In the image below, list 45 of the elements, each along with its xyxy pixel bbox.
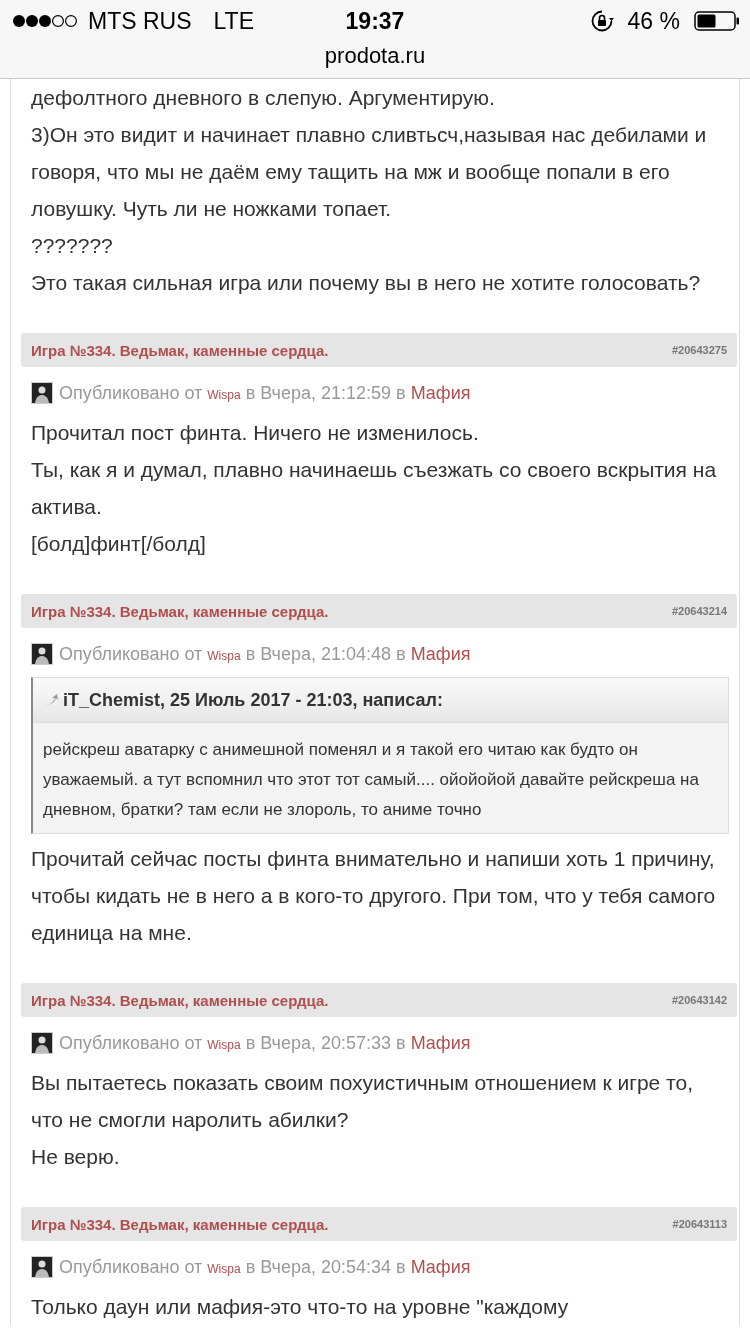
forum-link[interactable]: Мафия (410, 643, 471, 664)
post-text: [болд]финт[/болд] (31, 531, 207, 557)
rotation-lock-icon (589, 9, 614, 33)
quote-text: рейскреш аватарку с анимешной поменял и я такой его читаю как будто он уважаемый. а тут вспомнил что этот тот самый.... ойойойой давайте рейскреша на дневном, братки? там если не злороль, то аниме точно (42, 739, 700, 821)
post-number-link[interactable]: #20643142 (671, 994, 727, 1006)
post-number-link[interactable]: #20643214 (671, 605, 727, 617)
post-meta: Опубликовано от Wispa в Вчера, 21:04:48 в Мафия (59, 643, 471, 665)
address-bar[interactable]: prodota.ru (0, 42, 750, 78)
post-text: дефолтного дневного в слепую. Аргументирую. (31, 85, 496, 111)
topic-link[interactable]: Игра №334. Ведьмак, каменные сердца. (31, 602, 329, 620)
author-link[interactable]: Wispa (207, 1037, 241, 1052)
forum-link[interactable]: Мафия (410, 1032, 471, 1053)
post-number-link[interactable]: #20643113 (672, 1218, 727, 1230)
carrier-name: MTS RUS (88, 7, 192, 35)
author-link[interactable]: Wispa (207, 387, 241, 402)
topic-link[interactable]: Игра №334. Ведьмак, каменные сердца. (31, 341, 329, 359)
quote-author: iT_Chemist, 25 Июль 2017 - 21:03, написал: (63, 689, 443, 711)
post-text: Только даун или мафия-это что-то на уровне "каждому (31, 1294, 570, 1320)
post-text: 3)Он это видит и начинает плавно сливтьсч,называя нас дебилами и говоря, что мы не даём ему тащить на мж и вообще попали в его ловушку. Чуть ли не ножками топает. (31, 122, 708, 222)
post-text: Вы пытаетесь показать своим похуистичным отношением к игре то, что не смогли наролить абилки? (31, 1070, 694, 1133)
post-meta: Опубликовано от Wispa в Вчера, 21:12:59 в Мафия (59, 382, 471, 404)
network-type: LTE (213, 7, 254, 35)
author-link[interactable]: Wispa (207, 648, 241, 663)
post-meta: Опубликовано от Wispa в Вчера, 20:57:33 в Мафия (59, 1032, 471, 1054)
forum-link[interactable]: Мафия (410, 382, 471, 403)
post-text: ??????? (31, 233, 114, 259)
post-text: Это такая сильная игра или почему вы в него не хотите голосовать? (31, 270, 702, 296)
avatar-icon[interactable] (31, 1032, 53, 1054)
post-text: Не верю. (31, 1144, 121, 1170)
post-text: Прочитай сейчас посты финта внимательно и напиши хоть 1 причину, чтобы кидать не в него а в кого-то другого. При том, что у тебя самого единица на мне. (31, 846, 717, 946)
signal-icon (12, 14, 80, 28)
post-text: Ты, как я и думал, плавно начинаешь съезжать со своего вскрытия на актива. (31, 457, 718, 520)
topic-link[interactable]: Игра №334. Ведьмак, каменные сердца. (31, 991, 329, 1009)
post-number-link[interactable]: #20643275 (671, 344, 727, 356)
author-link[interactable]: Wispa (207, 1261, 241, 1276)
topic-link[interactable]: Игра №334. Ведьмак, каменные сердца. (31, 1215, 329, 1233)
forum-link[interactable]: Мафия (410, 1256, 471, 1277)
battery-icon (694, 11, 740, 31)
post-meta: Опубликовано от Wispa в Вчера, 20:54:34 в Мафия (59, 1256, 471, 1278)
avatar-icon[interactable] (31, 1256, 53, 1278)
battery-percent: 46 % (627, 7, 680, 35)
clock: 19:37 (344, 7, 406, 35)
avatar-icon[interactable] (31, 643, 53, 665)
avatar-icon[interactable] (31, 382, 53, 404)
post-text: Прочитал пост финта. Ничего не изменилось. (31, 420, 480, 446)
